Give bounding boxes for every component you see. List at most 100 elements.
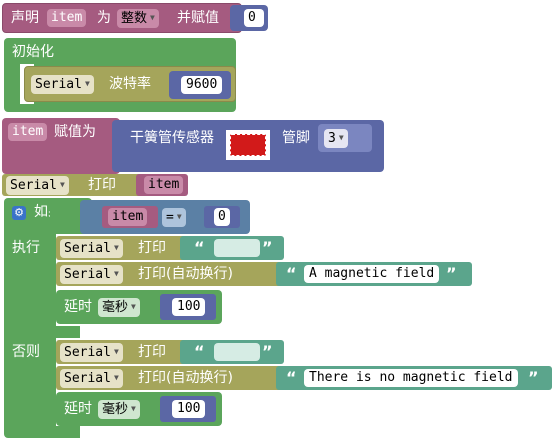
else-print-text-block[interactable]: “ ”: [180, 340, 284, 364]
do-print-block[interactable]: Serial ▼ 打印: [56, 236, 186, 260]
declare-value-field[interactable]: 0: [244, 9, 264, 27]
if-mid-bar: [50, 326, 80, 338]
chevron-down-icon: ▼: [113, 269, 119, 278]
compare-var-name: item: [112, 209, 144, 224]
chevron-down-icon: ▼: [113, 243, 119, 252]
reed-sensor-label: 干簧管传感器: [130, 130, 214, 146]
quote-open-icon: “: [194, 238, 205, 257]
else-print-text-field[interactable]: [214, 343, 260, 361]
else-print-block[interactable]: Serial ▼ 打印: [56, 340, 186, 364]
else-println-port-name: Serial: [64, 371, 111, 386]
serial-begin-block[interactable]: Serial ▼ 波特率 9600: [24, 66, 236, 102]
pin-label: 管脚: [282, 130, 310, 146]
print-item-label: 打印: [88, 177, 116, 193]
do-delay-unit: 毫秒: [102, 300, 129, 315]
do-print-text-field[interactable]: [214, 239, 260, 257]
declare-type-name: 整数: [121, 11, 148, 26]
pin-block[interactable]: 3 ▼: [318, 124, 372, 152]
else-delay-value-block[interactable]: 100: [160, 396, 216, 422]
init-label: 初始化: [12, 44, 54, 60]
chevron-down-icon: ▼: [176, 212, 182, 221]
baud-value-field[interactable]: 9600: [181, 76, 223, 94]
print-item-port-dropdown[interactable]: Serial ▼: [6, 176, 69, 195]
serial-begin-port-dropdown[interactable]: Serial ▼: [31, 75, 94, 94]
do-label: 执行: [12, 240, 40, 256]
do-delay-unit-dropdown[interactable]: 毫秒 ▼: [98, 298, 140, 317]
else-delay-block[interactable]: 延时 毫秒 ▼ 100: [56, 392, 222, 426]
print-item-block[interactable]: Serial ▼ 打印: [2, 174, 142, 196]
assign-block[interactable]: item 赋值为: [2, 118, 120, 174]
do-println-port-name: Serial: [64, 267, 111, 282]
do-delay-block[interactable]: 延时 毫秒 ▼ 100: [56, 290, 222, 324]
assign-var-dropdown[interactable]: item: [8, 123, 48, 141]
declare-mid-label: 为: [97, 10, 111, 26]
print-item-var[interactable]: item: [144, 176, 184, 194]
do-print-port-dropdown[interactable]: Serial ▼: [60, 239, 123, 258]
declare-var-dropdown[interactable]: item: [47, 9, 87, 27]
declare-label: 声明: [11, 10, 39, 26]
do-println-port-dropdown[interactable]: Serial ▼: [60, 265, 123, 284]
chevron-down-icon: ▼: [338, 133, 344, 142]
else-println-text-field[interactable]: There is no magnetic field: [304, 369, 518, 387]
compare-value-field[interactable]: 0: [214, 208, 230, 226]
compare-op: =: [166, 210, 174, 225]
else-delay-unit: 毫秒: [102, 402, 129, 417]
else-println-label: 打印(自动换行): [138, 370, 233, 386]
else-print-port-dropdown[interactable]: Serial ▼: [60, 343, 123, 362]
do-delay-label: 延时: [64, 299, 92, 315]
else-delay-label: 延时: [64, 401, 92, 417]
pin-value: 3: [328, 131, 336, 146]
if-block[interactable]: ⚙ 如果 执行 否则: [4, 198, 62, 438]
chevron-down-icon: ▼: [113, 347, 119, 356]
serial-begin-port-name: Serial: [35, 77, 82, 92]
else-println-port-dropdown[interactable]: Serial ▼: [60, 369, 123, 388]
reed-sensor-board: [230, 134, 266, 156]
assign-label: 赋值为: [54, 124, 96, 140]
do-println-label: 打印(自动换行): [138, 266, 233, 282]
declare-var-name: item: [51, 10, 83, 25]
chevron-down-icon: ▼: [131, 404, 136, 413]
else-label: 否则: [12, 344, 40, 360]
print-item-var-block[interactable]: item: [136, 174, 188, 196]
baud-label: 波特率: [109, 76, 151, 92]
chevron-down-icon: ▼: [131, 302, 136, 311]
print-item-var-name: item: [148, 177, 180, 192]
else-delay-unit-dropdown[interactable]: 毫秒 ▼: [98, 400, 140, 419]
do-println-text-field[interactable]: A magnetic field: [304, 265, 440, 283]
do-delay-value-field[interactable]: 100: [172, 298, 206, 316]
quote-open-icon: “: [194, 342, 205, 361]
compare-value-block[interactable]: 0: [204, 206, 240, 228]
gear-icon[interactable]: ⚙: [12, 206, 26, 220]
compare-var[interactable]: item: [108, 208, 148, 226]
quote-close-icon: ”: [446, 264, 457, 283]
do-delay-value-block[interactable]: 100: [160, 294, 216, 320]
do-println-block[interactable]: Serial ▼ 打印(自动换行): [56, 262, 286, 286]
else-delay-value-field[interactable]: 100: [172, 400, 206, 418]
do-println-text-block[interactable]: “ A magnetic field ”: [276, 262, 472, 286]
quote-close-icon: ”: [528, 368, 539, 387]
chevron-down-icon: ▼: [59, 180, 65, 189]
chevron-down-icon: ▼: [150, 13, 155, 22]
if-bottom-bar: [50, 426, 80, 438]
compare-var-block[interactable]: item: [102, 206, 158, 228]
pin-dropdown[interactable]: 3 ▼: [324, 129, 348, 148]
else-println-text-block[interactable]: “ There is no magnetic field ”: [276, 366, 552, 390]
else-println-block[interactable]: Serial ▼ 打印(自动换行): [56, 366, 286, 390]
declare-block[interactable]: 声明 item 为 整数 ▼ 并赋值: [2, 3, 242, 33]
chevron-down-icon: ▼: [113, 373, 119, 382]
chevron-down-icon: ▼: [84, 79, 90, 88]
compare-block[interactable]: item = ▼ 0: [80, 200, 250, 234]
baud-value-block[interactable]: 9600: [169, 71, 231, 99]
do-print-label: 打印: [138, 240, 166, 256]
quote-open-icon: “: [286, 368, 297, 387]
else-print-label: 打印: [138, 344, 166, 360]
quote-open-icon: “: [286, 264, 297, 283]
declare-value-block[interactable]: 0: [230, 5, 268, 31]
print-item-port-name: Serial: [10, 178, 57, 193]
declare-type-dropdown[interactable]: 整数 ▼: [117, 9, 159, 28]
do-print-text-block[interactable]: “ ”: [180, 236, 284, 260]
quote-close-icon: ”: [262, 342, 273, 361]
reed-sensor-block[interactable]: 干簧管传感器 管脚 3 ▼: [112, 120, 384, 172]
else-print-port-name: Serial: [64, 345, 111, 360]
compare-op-dropdown[interactable]: = ▼: [162, 208, 186, 227]
